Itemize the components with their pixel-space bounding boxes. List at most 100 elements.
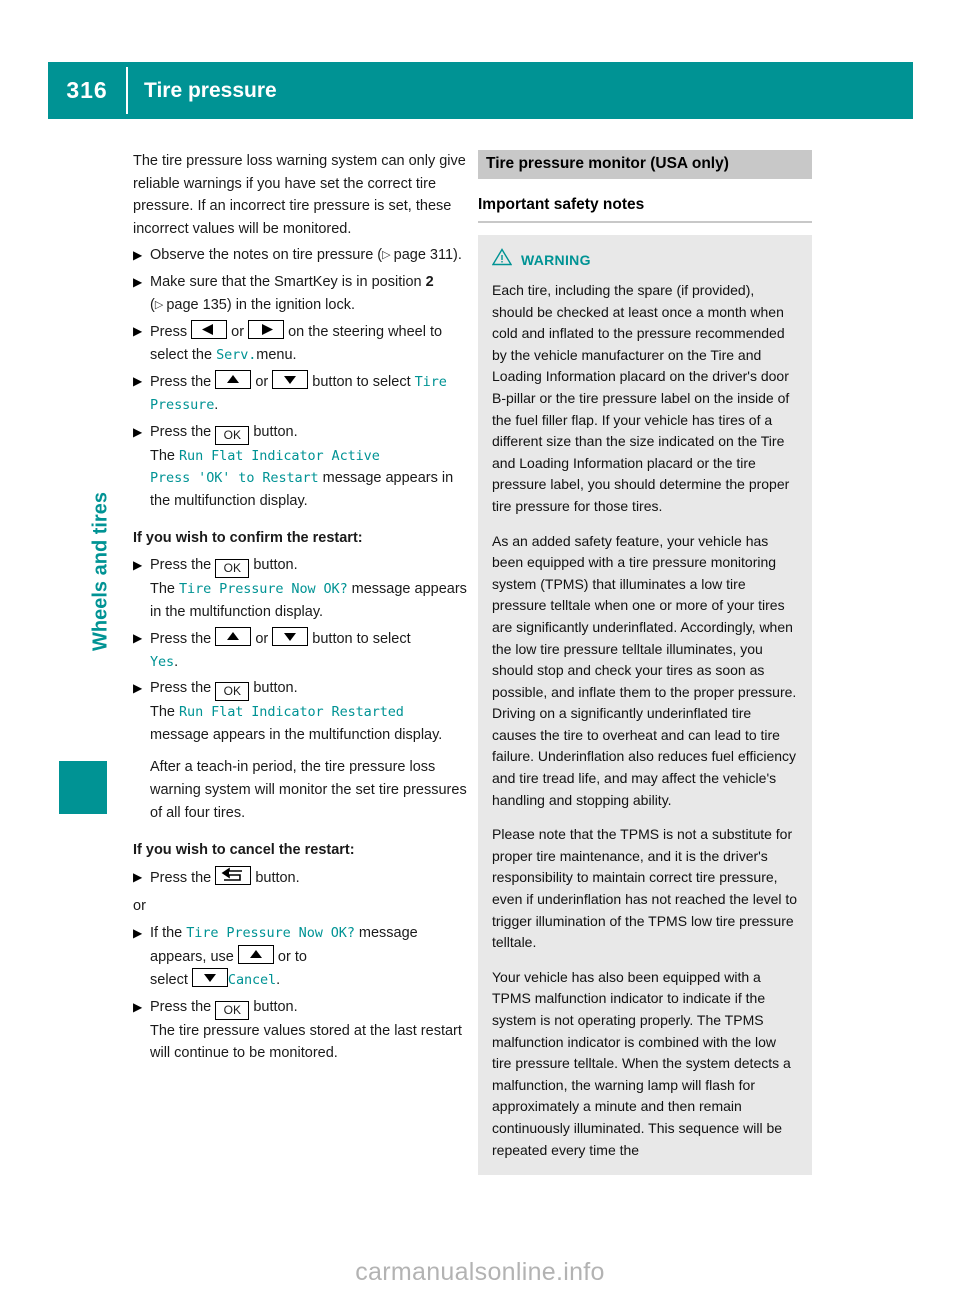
teach-in-note: After a teach-in period, the tire pressu… [150,759,467,821]
step-smartkey-text: Make sure that the SmartKey is in positi… [150,273,426,290]
press-ok1-lead: Press the [150,423,212,440]
step-smartkey: ▶ Make sure that the SmartKey is in posi… [133,271,468,316]
cancel-restart-heading: If you wish to cancel the restart: [133,842,355,859]
left-column: The tire pressure loss warning system ca… [133,150,468,1065]
warning-paragraph: Each tire, including the spare (if provi… [492,282,790,514]
section-title-tire-pressure-monitor: Tire pressure monitor (USA only) [478,150,812,179]
warning-header: WARNING [491,248,798,271]
step-confirm-press-ok: ▶ Press the OK button. The Tire Pressure… [133,554,468,623]
press-ud-or: or [255,374,269,391]
cancel-select-lead: If the [150,925,183,942]
cancel-back-lead: Press the [150,869,212,886]
subsection-title-safety-notes: Important safety notes [478,196,812,223]
select-yes-tail: button to select [312,631,411,648]
select-yes-end: . [174,653,179,670]
bullet-triangle-icon: ▶ [133,557,143,572]
select-yes-lead: Press the [150,631,212,648]
confirm-ok2-lead: Press the [150,680,212,697]
bullet-triangle-icon: ▶ [133,631,143,646]
page-number: 316 [66,77,108,103]
or-connector: or [133,898,146,915]
step-press-left-right: ▶ Press or on the steering wheel to sele… [133,320,468,366]
intro-paragraph: The tire pressure loss warning system ca… [133,153,466,237]
warning-paragraph: As an added safety feature, your vehicle… [492,532,797,808]
warning-paragraph: Please note that the TPMS is not a subst… [492,826,798,951]
press-ok1-tail: button. [253,423,298,440]
ok-button-icon[interactable]: OK [215,558,250,578]
page-title: Tire pressure [144,78,277,102]
select-yes-or: or [255,631,269,648]
step-smartkey-position: 2 [425,273,434,290]
cancel-back-tail: button. [255,869,300,886]
cancel-ok-note: The tire pressure values stored at the l… [150,1022,462,1062]
arrow-down-button-icon[interactable] [272,627,309,647]
arrow-down-button-icon[interactable] [191,968,228,988]
bullet-triangle-icon: ▶ [133,248,143,263]
mfd-tire-pressure-now-ok-label: Tire Pressure Now OK? [179,580,348,597]
bullet-triangle-icon: ▶ [133,926,143,941]
confirm-ok2-note-tail: message appears in the multifunction dis… [150,726,443,743]
confirm-ok2-tail: button. [253,680,298,697]
step-observe-suffix: ). [453,247,462,264]
ok-button-icon[interactable]: OK [215,682,250,702]
mfd-run-flat-active-line2: Press 'OK' to Restart [150,470,319,487]
mfd-run-flat-restarted-label: Run Flat Indicator Restarted [179,704,404,721]
chapter-tab-label: Wheels and tires [89,492,112,651]
step-cancel-select: ▶ If the Tire Pressure Now OK? message a… [133,922,468,992]
step-cancel-press-ok: ▶ Press the OK button. The tire pressure… [133,996,468,1065]
step-cancel-back-button: ▶ Press the button. [133,865,468,890]
arrow-down-button-icon[interactable] [272,370,309,390]
bullet-triangle-icon: ▶ [133,681,143,696]
arrow-right-button-icon[interactable] [248,320,285,340]
arrow-up-button-icon[interactable] [215,370,252,390]
step-confirm-select-yes: ▶ Press the or button to select Yes. [133,627,468,673]
step-observe-notes: ▶ Observe the notes on tire pressure (▷ … [133,244,468,267]
arrow-up-button-icon[interactable] [215,627,252,647]
bullet-triangle-icon: ▶ [133,274,143,289]
bullet-triangle-icon: ▶ [133,324,143,339]
press-ud-tail: button to select [312,374,411,391]
bullet-triangle-icon: ▶ [133,374,143,389]
page-ref-triangle-icon: ▷ [154,298,167,311]
step-smartkey-pageref[interactable]: page 135 [166,297,226,313]
step-smartkey-suffix: ) in the ignition lock. [226,296,355,313]
cancel-select-end: . [276,972,281,989]
right-column: Tire pressure monitor (USA only) Importa… [478,150,812,1176]
mfd-cancel-label: Cancel [227,972,277,989]
press-lr-end: menu. [256,346,297,363]
mfd-run-flat-active-line1: Run Flat Indicator Active [179,447,380,464]
press-ud-end: . [214,396,219,413]
mfd-yes-label: Yes [150,653,175,670]
ok-button-icon[interactable]: OK [215,425,250,445]
press-lr-lead: Press [150,324,188,341]
page-header-band: 316 Tire pressure [48,62,913,119]
cancel-ok-tail: button. [253,998,298,1015]
ok-button-icon[interactable]: OK [215,1000,250,1020]
site-watermark: carmanualsonline.info [355,1258,605,1286]
press-ud-lead: Press the [150,374,212,391]
bullet-triangle-icon: ▶ [133,869,143,884]
step-observe-text: Observe the notes on tire pressure ( [150,247,383,264]
page-ref-triangle-icon: ▷ [382,249,394,262]
mfd-serv-menu-label: Serv. [216,346,257,363]
confirm-ok-lead: Press the [150,556,212,573]
press-lr-or: or [231,324,245,341]
back-button-icon[interactable] [215,865,252,885]
confirm-ok2-note-lead: The [150,704,175,721]
warning-box: WARNING Each tire, including the spare (… [478,235,812,1176]
arrow-up-button-icon[interactable] [237,944,274,964]
arrow-left-button-icon[interactable] [191,320,228,340]
step-press-up-down: ▶ Press the or button to select Tire Pre… [133,370,468,416]
chapter-tab-marker [59,761,107,814]
mfd-tire-pressure-now-ok-label: Tire Pressure Now OK? [186,925,355,942]
step-observe-pageref[interactable]: page 311 [394,247,453,263]
confirm-ok-note-lead: The [150,580,175,597]
cancel-select-or-to: or to [277,948,307,965]
bullet-triangle-icon: ▶ [133,999,143,1014]
bullet-triangle-icon: ▶ [133,424,143,439]
step-confirm-press-ok-2: ▶ Press the OK button. The Run Flat Indi… [133,677,468,746]
press-ok1-note-lead: The [150,447,175,464]
warning-paragraph: Your vehicle has also been equipped with… [492,968,791,1158]
warning-triangle-icon [491,248,513,271]
cancel-ok-lead: Press the [150,998,212,1015]
